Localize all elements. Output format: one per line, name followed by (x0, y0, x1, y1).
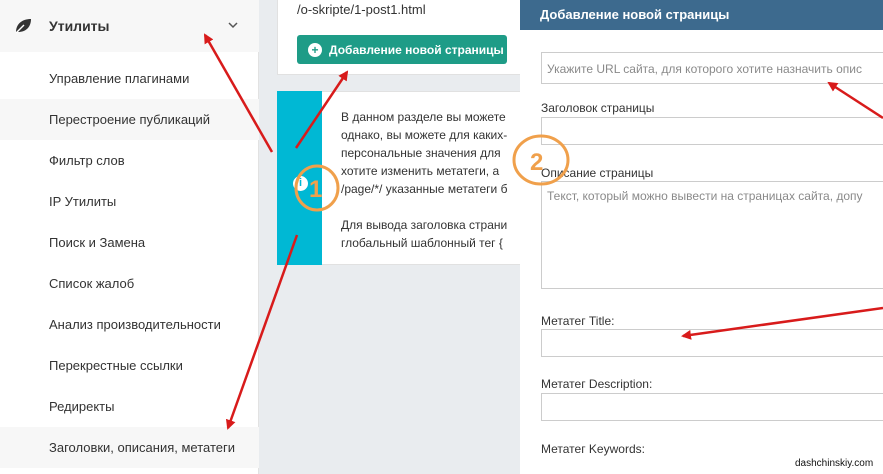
sidebar-item-ip-utilities[interactable]: IP Утилиты (0, 181, 259, 222)
sidebar-item-plugins[interactable]: Управление плагинами (0, 58, 259, 99)
sidebar-item-rebuild[interactable]: Перестроение публикаций (0, 99, 259, 140)
leaf-icon (15, 19, 31, 34)
sidebar-item-meta-tags[interactable]: Заголовки, описания, метатеги (0, 427, 259, 468)
plus-icon: + (308, 42, 322, 57)
modal-title: Добавление новой страницы (520, 0, 883, 30)
description-placeholder: Текст, который можно вывести на страница… (547, 189, 863, 203)
sidebar-item-crosslinks[interactable]: Перекрестные ссылки (0, 345, 259, 386)
meta-title-label: Метатег Title: (541, 314, 615, 328)
page-title-input[interactable] (541, 117, 883, 145)
meta-description-label: Метатег Description: (541, 377, 653, 391)
sidebar-item-complaints[interactable]: Список жалоб (0, 263, 259, 304)
info-line: В данном разделе вы можете (341, 110, 506, 124)
info-line: персональные значения для (341, 146, 501, 160)
info-line: однако, вы можете для каких- (341, 128, 508, 142)
info-line: глобальный шаблонный тег { (341, 236, 503, 250)
page-description-label: Описание страницы (541, 166, 654, 180)
url-input-placeholder: Укажите URL сайта, для которого хотите н… (547, 62, 862, 76)
add-page-button[interactable]: + Добавление новой страницы (297, 35, 507, 64)
info-icon: i (293, 176, 308, 191)
sidebar-item-redirects[interactable]: Редиректы (0, 386, 259, 427)
add-page-button-label: Добавление новой страницы (329, 42, 504, 57)
chevron-down-icon[interactable] (227, 19, 239, 31)
meta-description-input[interactable] (541, 393, 883, 421)
sidebar-item-search-replace[interactable]: Поиск и Замена (0, 222, 259, 263)
screenshot: Утилиты Управление плагинами Перестроени… (0, 0, 883, 474)
sidebar-group-title: Утилиты (49, 18, 110, 34)
sidebar-item-performance[interactable]: Анализ производительности (0, 304, 259, 345)
watermark: dashchinskiy.com (795, 458, 874, 469)
page-url-text[interactable]: /o-skripte/1-post1.html (297, 2, 426, 17)
sidebar-item-word-filter[interactable]: Фильтр слов (0, 140, 259, 181)
info-line: /page/*/ указанные метатеги б (341, 182, 508, 196)
meta-keywords-label: Метатег Keywords: (541, 442, 645, 456)
info-line: Для вывода заголовка страни (341, 218, 508, 232)
info-line: хотите изменить метатеги, а (341, 164, 500, 178)
meta-title-input[interactable] (541, 329, 883, 357)
page-title-label: Заголовок страницы (541, 101, 655, 115)
sidebar-group-utilities[interactable]: Утилиты (0, 0, 259, 52)
sidebar: Утилиты Управление плагинами Перестроени… (0, 0, 259, 474)
